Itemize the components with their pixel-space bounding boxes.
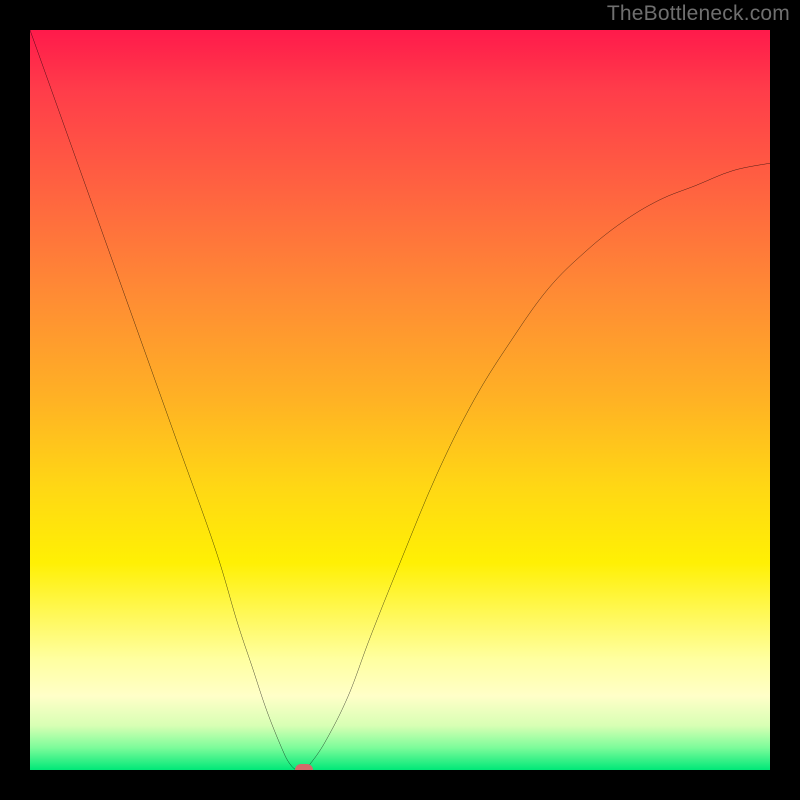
heat-gradient-background: [30, 30, 770, 770]
watermark-text: TheBottleneck.com: [607, 2, 790, 26]
plot-area: [30, 30, 770, 770]
chart-frame: TheBottleneck.com: [0, 0, 800, 800]
optimal-point-marker: [295, 764, 313, 770]
